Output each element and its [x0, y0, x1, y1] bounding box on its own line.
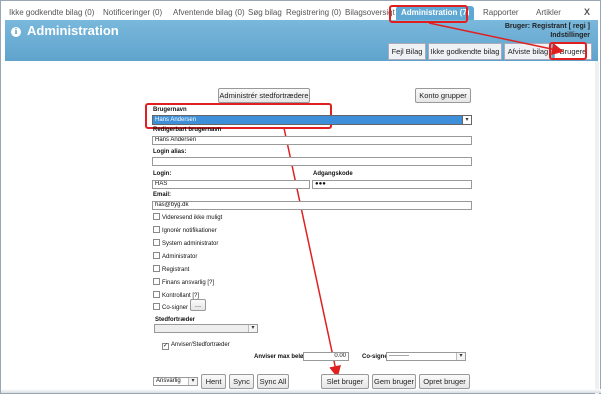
checkbox-system-administrator[interactable]: System administrator [153, 239, 218, 247]
password-field[interactable]: ●●● [312, 180, 472, 189]
info-icon: i [11, 27, 21, 37]
slet-bruger-button[interactable]: Slet bruger [321, 374, 369, 389]
tab-artikler[interactable]: Artikler [536, 8, 561, 17]
password-label: Adgangskode [313, 171, 353, 177]
top-tab-bar: Ikke godkendte bilag (0) Notificeringer … [5, 5, 598, 21]
co-signer-more-button[interactable]: ... [190, 299, 206, 311]
checkbox-box[interactable] [153, 278, 160, 285]
checkbox-label: Videresend ikke muligt [162, 215, 223, 221]
editable-username-field[interactable]: Hans Andersen [152, 136, 472, 145]
login-alias-field[interactable] [152, 157, 472, 166]
checkbox-box[interactable] [153, 213, 160, 220]
subtab-afviste-bilag[interactable]: Afviste bilag [504, 43, 552, 60]
close-icon[interactable]: X [584, 7, 590, 17]
tab-notificeringer[interactable]: Notificeringer (0) [103, 8, 162, 17]
page-header: i Administration Bruger: Registrant [ re… [5, 20, 598, 61]
checkbox-box[interactable] [153, 239, 160, 246]
role-select[interactable]: Ansvarlig ▾ [153, 377, 198, 386]
sync-button[interactable]: Sync [229, 374, 254, 389]
checkbox-label: Administrator [162, 254, 198, 260]
checkbox-label: Registrant [162, 267, 190, 273]
chevron-down-icon: ▾ [462, 116, 471, 124]
bottom-shadow [1, 389, 601, 393]
checkbox-box[interactable] [153, 303, 160, 310]
checkbox-box[interactable] [153, 252, 160, 259]
checkbox-finans-ansvarlig[interactable]: Finans ansvarlig [?] [153, 278, 214, 286]
subtab-fejl-bilag[interactable]: Fejl Bilag [388, 43, 426, 60]
login-field[interactable]: HAS [152, 180, 310, 189]
login-label: Login: [153, 171, 172, 177]
tab-rapporter[interactable]: Rapporter [483, 8, 519, 17]
checkbox-label: Ignorér notifikationer [162, 228, 217, 234]
hent-button[interactable]: Hent [201, 374, 226, 389]
email-field[interactable]: has@byg.dk [152, 201, 472, 210]
checkbox-ignorer-notifikationer[interactable]: Ignorér notifikationer [153, 226, 217, 234]
konto-grupper-button[interactable]: Konto grupper [415, 88, 471, 103]
tab-soeg-bilag[interactable]: Søg bilag [248, 8, 282, 17]
max-amount-label: Anviser max beløb: [254, 354, 310, 360]
checkbox-kontrollant[interactable]: Kontrollant [?] [153, 291, 199, 299]
checkbox-registrant[interactable]: Registrant [153, 265, 189, 273]
checkbox-label: Co-signer [162, 305, 189, 311]
settings-link[interactable]: Indstillinger [505, 31, 590, 40]
checkbox-videresend[interactable]: Videresend ikke muligt [153, 213, 222, 221]
page-title: Administration [27, 23, 119, 38]
username-label: Brugernavn [153, 107, 187, 113]
annotation-box-brugere-subtab [549, 42, 587, 60]
max-amount-field[interactable]: 0.00 [303, 352, 349, 361]
subtab-ikke-godkendte-bilag[interactable]: Ikke godkendte bilag [428, 43, 502, 60]
checkbox-box[interactable] [153, 291, 160, 298]
login-alias-label: Login alias: [153, 149, 187, 155]
tab-bilagsoversigt[interactable]: Bilagsoversigt [345, 8, 395, 17]
current-user-label: Bruger: Registrant [ regi ] [504, 23, 590, 30]
checkbox-label: System administrator [162, 241, 219, 247]
chevron-down-icon: ▾ [188, 378, 197, 385]
email-label: Email: [153, 192, 172, 198]
tab-registrering[interactable]: Registrering (0) [286, 8, 341, 17]
chevron-down-icon: ▾ [456, 353, 465, 360]
scrollbar[interactable] [595, 61, 599, 394]
administrer-stedfortraedere-button[interactable]: Administrér stedfortrædere [218, 88, 310, 103]
gem-bruger-button[interactable]: Gem bruger [372, 374, 416, 389]
checkbox-box[interactable] [153, 265, 160, 272]
checkbox-anviser[interactable]: ✓ Anviser/Stedfortræder [162, 342, 230, 350]
chevron-down-icon: ▾ [248, 325, 257, 332]
checkbox-label: Finans ansvarlig [?] [162, 280, 215, 286]
check-icon[interactable]: ✓ [162, 343, 169, 350]
checkbox-label: Anviser/Stedfortræder [171, 342, 230, 348]
opret-bruger-button[interactable]: Opret bruger [419, 374, 470, 389]
username-select-value: Hans Andersen [155, 117, 197, 123]
substitute-select[interactable]: ▾ [154, 324, 258, 333]
tab-ikke-godkendte-bilag[interactable]: Ikke godkendte bilag (0) [9, 8, 94, 17]
co-signer-value: ---------- [389, 353, 409, 359]
checkbox-administrator[interactable]: Administrator [153, 252, 197, 260]
username-select[interactable]: Hans Andersen ▾ [152, 115, 472, 125]
user-info: Bruger: Registrant [ regi ] Indstillinge… [505, 22, 590, 40]
tab-afventende-bilag[interactable]: Afventende bilag (0) [173, 8, 245, 17]
substitute-label: Stedfortræder [155, 317, 196, 323]
editable-username-label: Redigerbart brugernavn [153, 127, 222, 133]
app-window: Ikke godkendte bilag (0) Notificeringer … [0, 0, 601, 394]
sync-all-button[interactable]: Sync All [257, 374, 289, 389]
annotation-box-administration-tab [389, 5, 468, 23]
role-select-value: Ansvarlig [156, 378, 181, 384]
checkbox-box[interactable] [153, 226, 160, 233]
checkbox-co-signer[interactable]: Co-signer [153, 303, 188, 311]
co-signer-select[interactable]: ---------- ▾ [386, 352, 466, 361]
